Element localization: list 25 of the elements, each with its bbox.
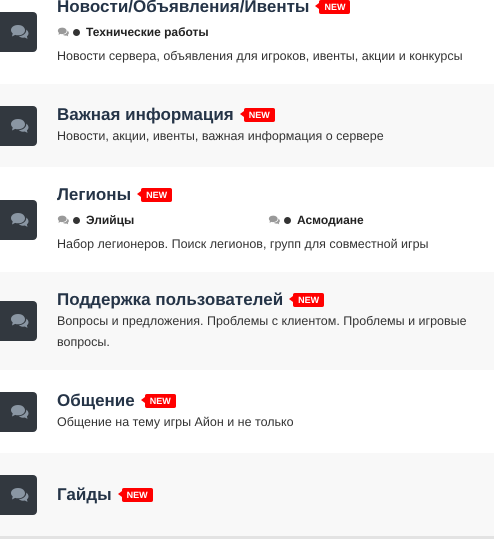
forum-description: Набор легионеров. Поиск легионов, групп для совместной игры bbox=[57, 236, 430, 253]
subforum-link[interactable]: Технические работы bbox=[86, 25, 209, 39]
subforum-icon bbox=[268, 215, 281, 225]
forum-icon bbox=[0, 106, 37, 146]
forum-description: Вопросы и предложения. Проблемы с клиентом. Проблемы и игровые вопросы. bbox=[57, 313, 468, 351]
forum-icon bbox=[0, 392, 37, 432]
forum-title[interactable]: Легионы bbox=[57, 184, 132, 206]
forum-icon bbox=[0, 12, 37, 52]
bullet-icon bbox=[284, 216, 291, 224]
forum-title[interactable]: Общение bbox=[57, 390, 135, 412]
forum-title[interactable]: Важная информация bbox=[57, 104, 234, 126]
subforum-link[interactable]: Элийцы bbox=[86, 213, 134, 227]
forum-title[interactable]: Поддержка пользователей bbox=[57, 289, 284, 311]
subforum-icon bbox=[57, 27, 70, 37]
subforum-icon bbox=[57, 215, 70, 225]
bullet-icon bbox=[73, 28, 80, 36]
forum-icon bbox=[0, 301, 37, 341]
forum-title[interactable]: Гайды bbox=[57, 484, 112, 506]
forum-description: Общение на тему игры Айон и не только bbox=[57, 414, 295, 431]
forum-icon bbox=[0, 200, 37, 240]
forum-description: Новости, акции, ивенты, важная информация о сервере bbox=[57, 128, 385, 145]
forum-icon bbox=[0, 474, 37, 514]
bullet-icon bbox=[73, 216, 80, 224]
subforum-link[interactable]: Асмодиане bbox=[297, 213, 364, 227]
forum-description: Новости сервера, объявления для игроков, ивенты, акции и конкурсы bbox=[57, 48, 464, 65]
